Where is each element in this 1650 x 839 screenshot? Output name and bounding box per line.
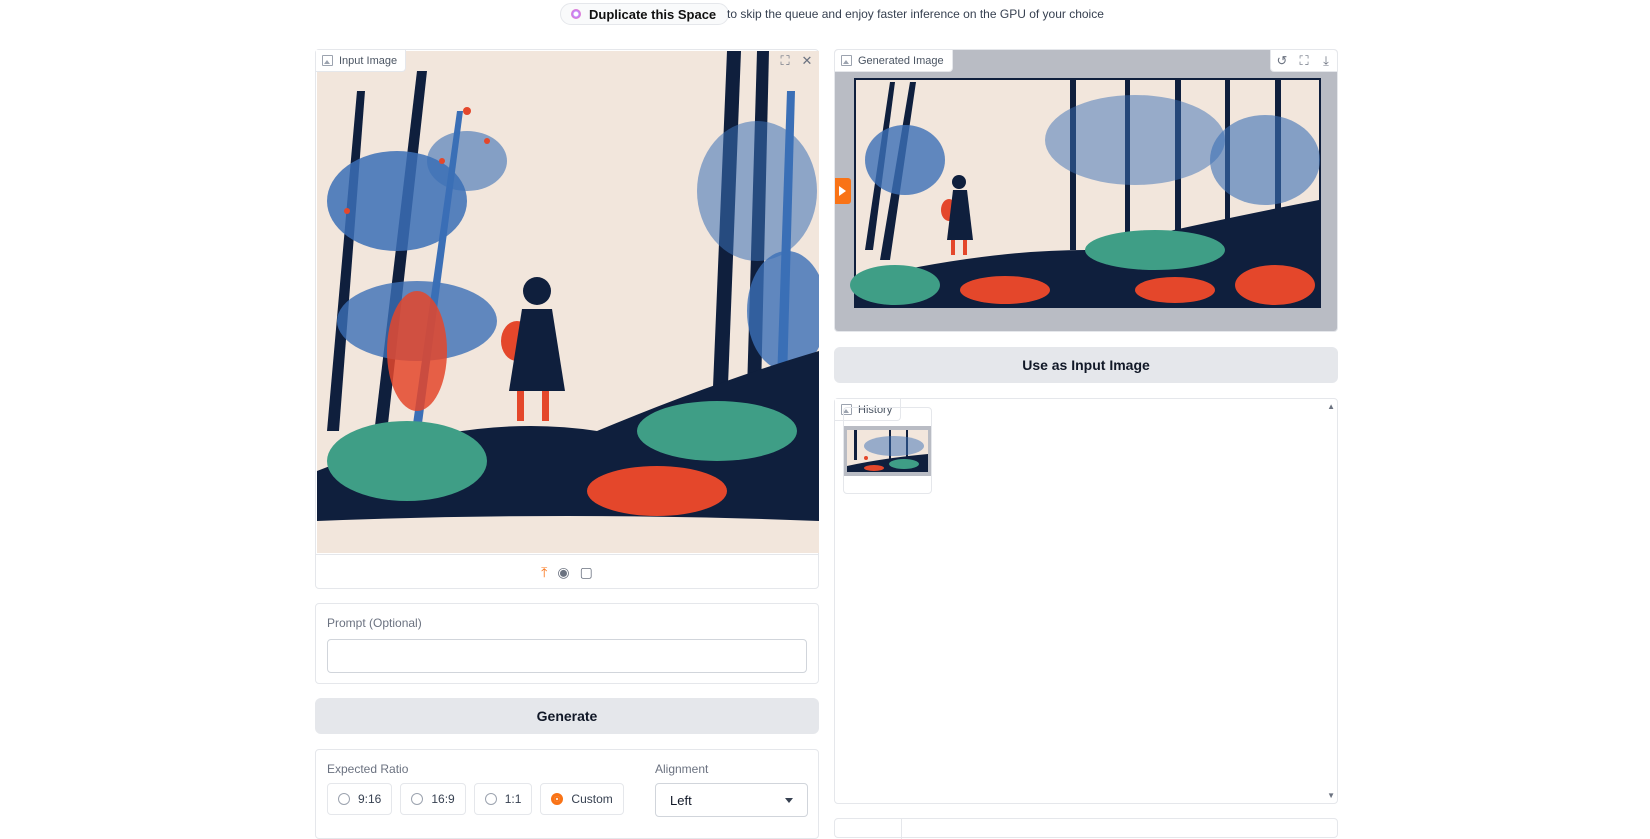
input-image-label-chip: Input Image bbox=[316, 50, 407, 72]
image-icon bbox=[322, 55, 333, 66]
clipboard-icon[interactable]: ▢ bbox=[580, 564, 593, 581]
image-source-toolbar: ⤒ ◉ ▢ bbox=[316, 554, 818, 589]
prompt-block: Prompt (Optional) bbox=[315, 603, 819, 684]
ratio-option-1-1[interactable]: 1:1 bbox=[473, 783, 533, 815]
ratio-options: 9:16 16:9 1:1 Custom bbox=[327, 783, 624, 815]
generated-image-panel: Generated Image ↺ ⛶ ⤓ bbox=[834, 49, 1338, 332]
ratio-option-label: Custom bbox=[571, 792, 613, 806]
slider-handle[interactable] bbox=[835, 178, 851, 204]
duplicate-space-button[interactable]: Duplicate this Space bbox=[560, 3, 730, 25]
radio-circle-selected bbox=[551, 793, 564, 805]
history-thumbnail[interactable] bbox=[843, 407, 932, 494]
scroll-down-icon[interactable]: ▼ bbox=[1327, 791, 1335, 800]
input-image-controls: ⛶ ✕ bbox=[774, 50, 818, 71]
options-block: Expected Ratio 9:16 16:9 1:1 Custom Alig… bbox=[315, 749, 819, 839]
generated-image[interactable] bbox=[835, 50, 1337, 331]
chevron-down-icon bbox=[785, 797, 793, 803]
generated-image-controls: ↺ ⛶ ⤓ bbox=[1270, 50, 1337, 72]
ratio-option-16-9[interactable]: 16:9 bbox=[400, 783, 466, 815]
alignment-select[interactable]: Left bbox=[655, 783, 808, 817]
generate-button[interactable]: Generate bbox=[315, 698, 819, 734]
generated-image-label-chip: Generated Image bbox=[835, 50, 953, 72]
duplicate-space-icon bbox=[571, 9, 581, 19]
divider bbox=[901, 819, 902, 839]
input-image-panel: Input Image ⛶ ✕ ⤒ ◉ ▢ bbox=[315, 49, 819, 589]
fullscreen-icon[interactable]: ⛶ bbox=[1293, 50, 1315, 71]
alignment-value: Left bbox=[670, 792, 692, 808]
ratio-option-label: 16:9 bbox=[431, 792, 455, 806]
history-panel: History ▲ ▼ bbox=[834, 398, 1338, 804]
ratio-option-custom[interactable]: Custom bbox=[540, 783, 624, 815]
radio-circle bbox=[411, 793, 424, 805]
ratio-label: Expected Ratio bbox=[327, 762, 409, 776]
radio-circle bbox=[338, 793, 350, 805]
generated-image-label: Generated Image bbox=[858, 54, 944, 67]
undo-icon[interactable]: ↺ bbox=[1271, 50, 1293, 71]
prompt-input[interactable] bbox=[327, 639, 807, 673]
close-icon[interactable]: ✕ bbox=[796, 50, 818, 71]
fullscreen-icon[interactable]: ⛶ bbox=[774, 50, 796, 71]
ratio-option-9-16[interactable]: 9:16 bbox=[327, 783, 393, 815]
next-panel bbox=[834, 818, 1338, 839]
alignment-label: Alignment bbox=[655, 762, 709, 776]
duplicate-note: to skip the queue and enjoy faster infer… bbox=[727, 7, 1104, 21]
image-icon bbox=[841, 55, 852, 66]
webcam-icon[interactable]: ◉ bbox=[557, 564, 569, 581]
ratio-option-label: 1:1 bbox=[504, 792, 522, 806]
chevron-right-icon bbox=[839, 186, 846, 196]
duplicate-space-label: Duplicate this Space bbox=[589, 6, 717, 22]
prompt-label: Prompt (Optional) bbox=[327, 616, 422, 630]
input-image-label: Input Image bbox=[339, 54, 398, 67]
ratio-option-label: 9:16 bbox=[358, 792, 382, 806]
upload-icon[interactable]: ⤒ bbox=[541, 564, 547, 581]
input-image[interactable] bbox=[317, 51, 819, 553]
scroll-up-icon[interactable]: ▲ bbox=[1327, 402, 1335, 411]
radio-circle bbox=[484, 793, 497, 805]
download-icon[interactable]: ⤓ bbox=[1315, 50, 1337, 71]
use-as-input-button[interactable]: Use as Input Image bbox=[834, 347, 1338, 383]
